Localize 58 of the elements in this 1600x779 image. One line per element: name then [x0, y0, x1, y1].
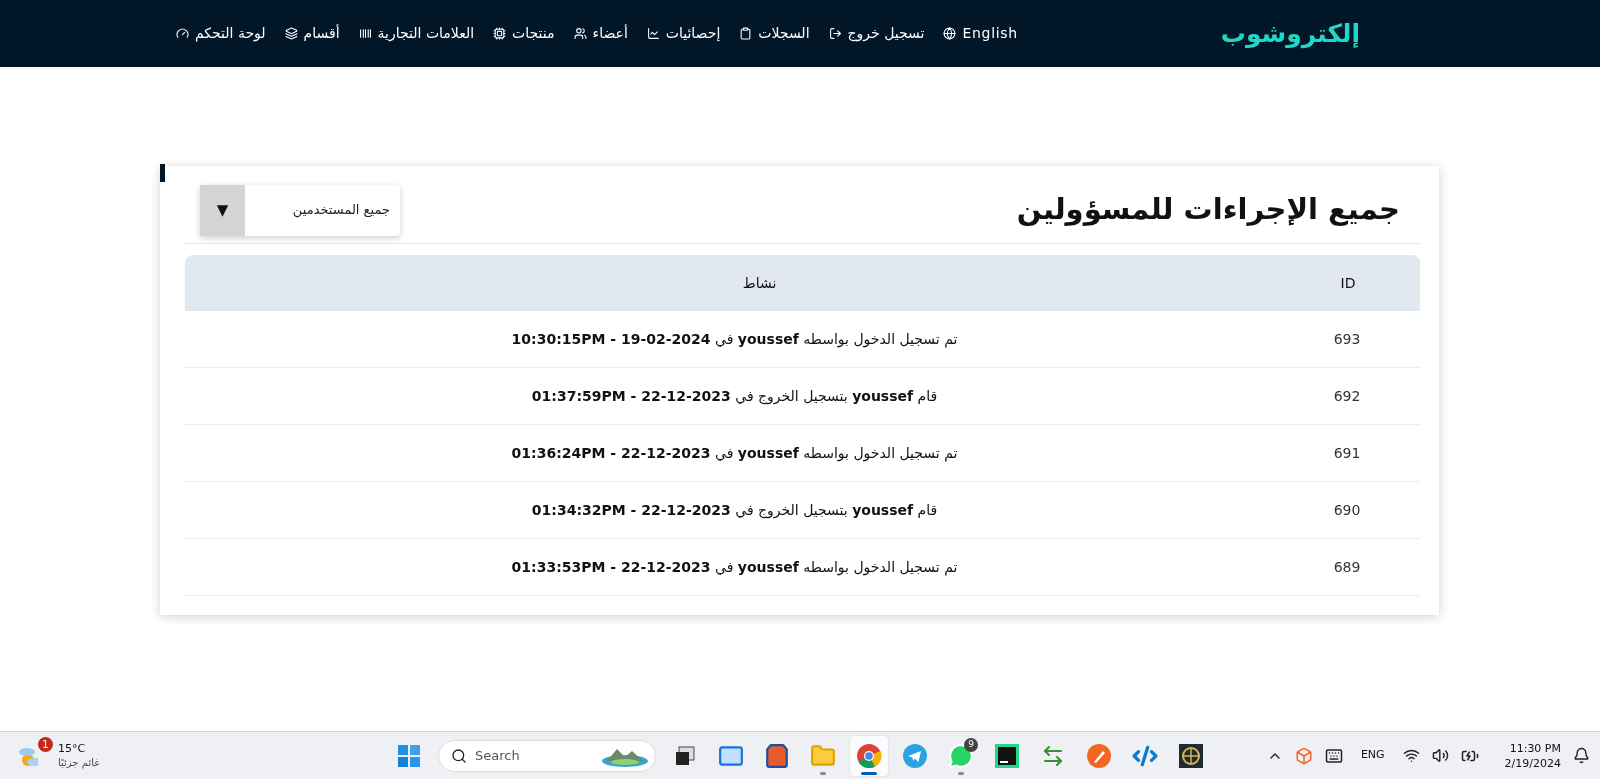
table-cell-text: 693 — [1333, 329, 1361, 349]
paper-plane-icon — [902, 742, 928, 769]
page-title: جميع الإجراءات للمسؤولين — [1016, 191, 1400, 229]
table-cell-text: 690 — [1333, 500, 1361, 520]
taskbar-app[interactable] — [850, 735, 888, 776]
line-chart-icon — [646, 27, 660, 40]
logout-icon — [828, 27, 842, 40]
caret-icon: ▼ — [200, 184, 245, 236]
gauge-icon — [176, 27, 189, 40]
server-app-icon[interactable] — [1294, 746, 1313, 765]
column-header: ID — [1339, 273, 1356, 293]
nav-link[interactable]: تسجيل خروج — [828, 23, 925, 44]
notification-badge: 1 — [38, 736, 53, 752]
layers-icon — [284, 27, 298, 40]
clipboard-icon — [739, 27, 753, 40]
keyboard-icon[interactable] — [1324, 746, 1343, 765]
speaker-icon[interactable] — [1431, 747, 1449, 764]
windows-icon — [397, 743, 421, 768]
search-icon — [451, 747, 467, 764]
running-indicator — [820, 771, 826, 775]
task-view-icon — [674, 744, 696, 767]
site-logo[interactable]: إلكتروشوب — [1220, 14, 1360, 53]
nav-link[interactable]: العلامات التجارية — [358, 23, 475, 44]
app-icon — [1179, 743, 1203, 768]
nav-link[interactable]: منتجات — [493, 23, 555, 44]
chip-icon — [493, 27, 507, 40]
folder-icon — [810, 742, 836, 769]
browser-icon — [856, 742, 882, 769]
running-indicator — [861, 771, 877, 775]
nav-link[interactable]: لوحة التحكم — [176, 23, 266, 44]
weather-condition: غائم جزئيًا — [58, 755, 100, 770]
nav-link[interactable]: أعضاء — [573, 23, 628, 44]
user-filter-dropdown[interactable]: جميع المستخدمين ▼ — [200, 184, 400, 236]
notification-badge: 9 — [964, 737, 978, 752]
nav-link[interactable]: السجلات — [739, 23, 810, 44]
brush-icon — [1086, 742, 1112, 769]
nav-link[interactable]: إحصائيات — [646, 23, 721, 44]
table-cell-text: 689 — [1333, 557, 1361, 577]
temperature: 15°C — [58, 741, 87, 756]
nav-link[interactable]: أقسام — [284, 23, 340, 44]
running-indicator — [958, 771, 964, 775]
chat-icon — [948, 742, 974, 769]
column-header: نشاط — [742, 273, 777, 293]
table-cell-text: 692 — [1333, 386, 1361, 406]
ide-icon — [995, 743, 1019, 768]
table-cell-text: 691 — [1333, 443, 1361, 463]
transfer-icon — [1041, 743, 1065, 768]
wifi-icon[interactable] — [1402, 747, 1420, 764]
taskbar-app[interactable]: 9 — [942, 735, 980, 776]
language-indicator[interactable]: ENG — [1360, 747, 1385, 764]
clock[interactable]: 11:30 PM 2/19/2024 — [1504, 740, 1561, 771]
nav-link[interactable]: English — [943, 23, 1018, 44]
barcode-icon — [358, 27, 372, 40]
notifications-icon[interactable] — [1573, 747, 1590, 764]
accent-bar — [160, 164, 165, 182]
users-icon — [573, 27, 587, 40]
globe-icon — [943, 27, 957, 40]
search-field[interactable]: Search — [438, 739, 656, 772]
